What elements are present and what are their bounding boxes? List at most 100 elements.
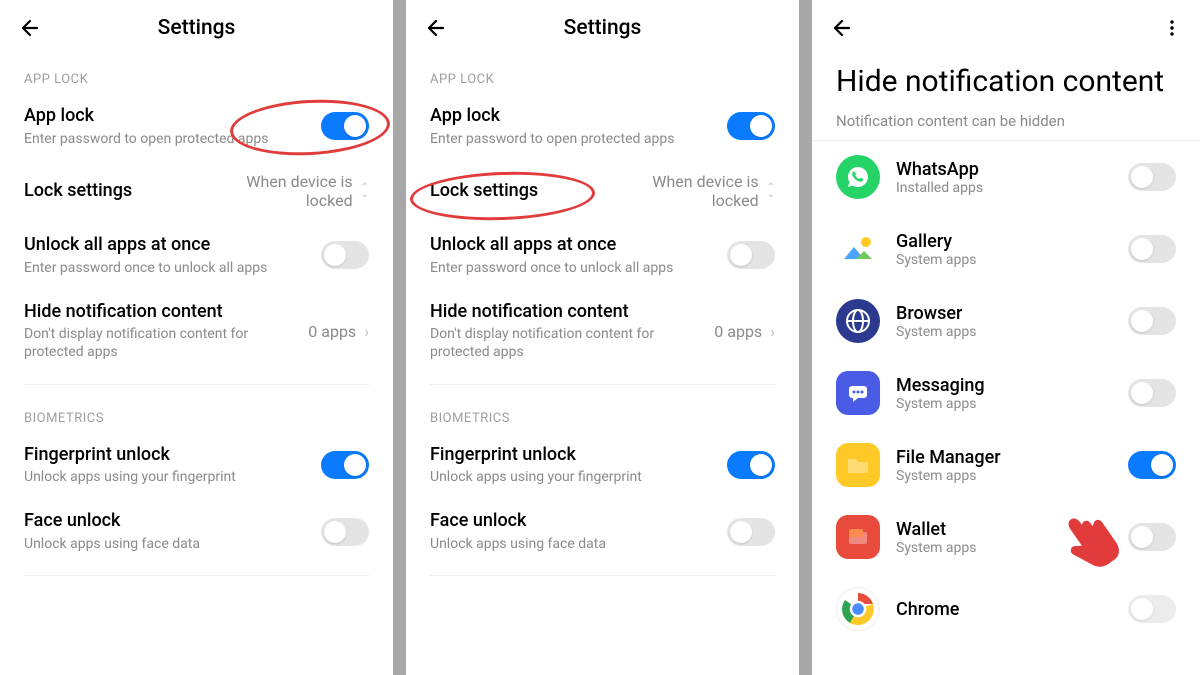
- row-value: When device is locked: [223, 172, 353, 210]
- arrow-left-icon: [424, 16, 448, 40]
- app-name: File Manager: [896, 447, 1112, 468]
- wallet-toggle[interactable]: [1128, 523, 1176, 551]
- row-title: Unlock all apps at once: [430, 234, 727, 257]
- app-row-gallery[interactable]: Gallery System apps: [812, 213, 1200, 285]
- row-sub: Don't display notification content for p…: [430, 325, 714, 361]
- arrow-left-icon: [830, 16, 854, 40]
- row-lock-settings[interactable]: Lock settings When device is locked ⌃⌄: [406, 160, 799, 222]
- row-unlock-all[interactable]: Unlock all apps at once Enter password o…: [406, 222, 799, 289]
- row-title: Lock settings: [24, 180, 223, 203]
- row-sub: Unlock apps using face data: [24, 535, 321, 553]
- section-header-biometrics: BIOMETRICS: [0, 395, 393, 432]
- row-sub: Don't display notification content for p…: [24, 325, 308, 361]
- hide-notification-screen: Hide notification content Notification c…: [812, 0, 1200, 675]
- gallery-icon: [836, 227, 880, 271]
- row-app-lock[interactable]: App lock Enter password to open protecte…: [0, 93, 393, 160]
- app-sub: Installed apps: [896, 180, 1112, 196]
- row-title: Face unlock: [24, 510, 321, 533]
- row-title: Lock settings: [430, 180, 629, 203]
- app-row-messaging[interactable]: Messaging System apps: [812, 357, 1200, 429]
- row-value: When device is locked: [629, 172, 759, 210]
- back-button[interactable]: [422, 14, 450, 42]
- app-row-chrome[interactable]: Chrome: [812, 573, 1200, 631]
- divider: [430, 575, 775, 576]
- row-title: App lock: [430, 105, 727, 128]
- app-name: Gallery: [896, 231, 1112, 252]
- arrow-left-icon: [18, 16, 42, 40]
- app-row-file-manager[interactable]: File Manager System apps: [812, 429, 1200, 501]
- topbar: Settings: [406, 0, 799, 56]
- app-sub: System apps: [896, 468, 1112, 484]
- app-row-whatsapp[interactable]: WhatsApp Installed apps: [812, 141, 1200, 213]
- updown-icon: ⌃⌄: [361, 184, 369, 198]
- row-face-unlock[interactable]: Face unlock Unlock apps using face data: [406, 498, 799, 565]
- divider: [24, 575, 369, 576]
- unlock-all-toggle[interactable]: [727, 241, 775, 269]
- row-face-unlock[interactable]: Face unlock Unlock apps using face data: [0, 498, 393, 565]
- page-title: Settings: [564, 16, 642, 40]
- whatsapp-toggle[interactable]: [1128, 163, 1176, 191]
- chrome-icon: [836, 587, 880, 631]
- more-vertical-icon: [1162, 18, 1182, 38]
- row-value: 0 apps: [308, 322, 356, 341]
- row-fingerprint[interactable]: Fingerprint unlock Unlock apps using you…: [0, 432, 393, 499]
- row-fingerprint[interactable]: Fingerprint unlock Unlock apps using you…: [406, 432, 799, 499]
- more-button[interactable]: [1160, 16, 1184, 40]
- topbar: [812, 0, 1200, 56]
- browser-toggle[interactable]: [1128, 307, 1176, 335]
- messaging-toggle[interactable]: [1128, 379, 1176, 407]
- row-sub: Unlock apps using your fingerprint: [430, 468, 727, 486]
- row-unlock-all[interactable]: Unlock all apps at once Enter password o…: [0, 222, 393, 289]
- app-name: Wallet: [896, 519, 1112, 540]
- app-row-browser[interactable]: Browser System apps: [812, 285, 1200, 357]
- divider: [24, 384, 369, 385]
- face-toggle[interactable]: [321, 518, 369, 546]
- topbar: Settings: [0, 0, 393, 56]
- row-lock-settings[interactable]: Lock settings When device is locked ⌃⌄: [0, 160, 393, 222]
- app-lock-toggle[interactable]: [727, 112, 775, 140]
- settings-screen-2: Settings APP LOCK App lock Enter passwor…: [406, 0, 799, 675]
- app-sub: System apps: [896, 252, 1112, 268]
- settings-screen-1: Settings APP LOCK App lock Enter passwor…: [0, 0, 393, 675]
- row-title: Face unlock: [430, 510, 727, 533]
- app-sub: System apps: [896, 540, 1112, 556]
- app-name: Messaging: [896, 375, 1112, 396]
- fingerprint-toggle[interactable]: [727, 451, 775, 479]
- fingerprint-toggle[interactable]: [321, 451, 369, 479]
- app-row-wallet[interactable]: Wallet System apps: [812, 501, 1200, 573]
- updown-icon: ⌃⌄: [767, 184, 775, 198]
- row-hide-notification[interactable]: Hide notification content Don't display …: [0, 289, 393, 374]
- file-manager-icon: [836, 443, 880, 487]
- page-title: Hide notification content: [812, 56, 1200, 108]
- app-name: Browser: [896, 303, 1112, 324]
- chevron-right-icon: ›: [770, 322, 775, 341]
- chrome-toggle[interactable]: [1128, 595, 1176, 623]
- messaging-icon: [836, 371, 880, 415]
- app-name: Chrome: [896, 599, 1112, 620]
- section-header-biometrics: BIOMETRICS: [406, 395, 799, 432]
- row-sub: Unlock apps using your fingerprint: [24, 468, 321, 486]
- row-title: Fingerprint unlock: [24, 444, 321, 467]
- app-lock-toggle[interactable]: [321, 112, 369, 140]
- whatsapp-icon: [836, 155, 880, 199]
- page-title: Settings: [158, 16, 236, 40]
- file-manager-toggle[interactable]: [1128, 451, 1176, 479]
- page-subtitle: Notification content can be hidden: [812, 108, 1200, 140]
- row-app-lock[interactable]: App lock Enter password to open protecte…: [406, 93, 799, 160]
- browser-icon: [836, 299, 880, 343]
- back-button[interactable]: [828, 14, 856, 42]
- divider: [430, 384, 775, 385]
- app-sub: System apps: [896, 324, 1112, 340]
- face-toggle[interactable]: [727, 518, 775, 546]
- row-title: Unlock all apps at once: [24, 234, 321, 257]
- row-hide-notification[interactable]: Hide notification content Don't display …: [406, 289, 799, 374]
- row-title: Fingerprint unlock: [430, 444, 727, 467]
- row-sub: Enter password once to unlock all apps: [24, 259, 321, 277]
- gallery-toggle[interactable]: [1128, 235, 1176, 263]
- section-header-applock: APP LOCK: [406, 56, 799, 93]
- unlock-all-toggle[interactable]: [321, 241, 369, 269]
- row-sub: Enter password to open protected apps: [24, 130, 321, 148]
- back-button[interactable]: [16, 14, 44, 42]
- row-title: Hide notification content: [430, 301, 714, 324]
- wallet-icon: [836, 515, 880, 559]
